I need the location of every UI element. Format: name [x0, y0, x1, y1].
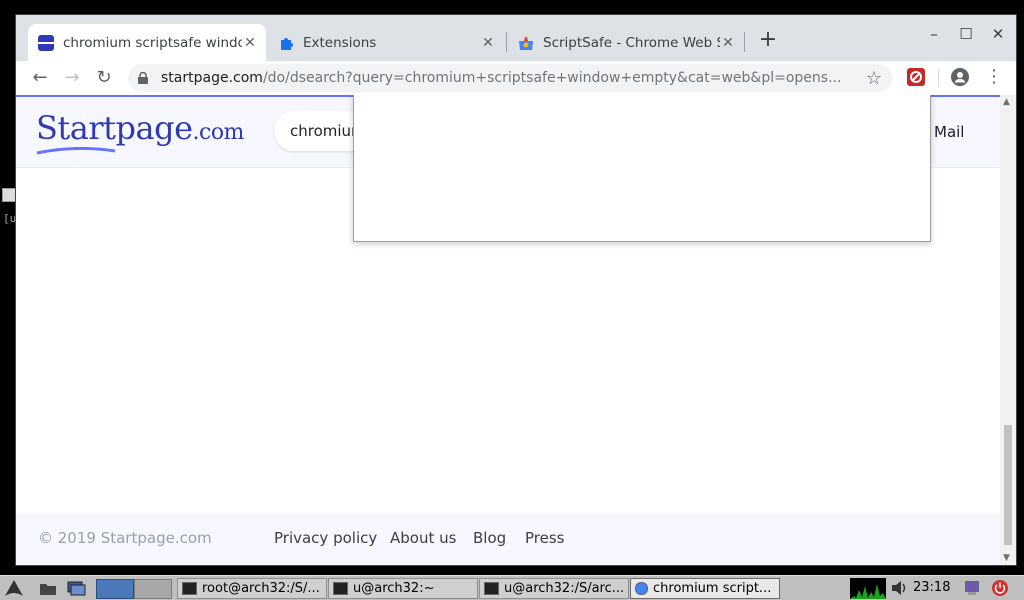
browser-window: chromium scriptsafe windo ✕ Extensions ✕…	[15, 14, 1017, 566]
arch-menu-icon[interactable]	[4, 579, 24, 597]
page-viewport: Startpage.com chromium Mail © 2019 Start…	[16, 95, 1016, 565]
press-link[interactable]: Press	[525, 529, 564, 547]
power-icon[interactable]	[990, 579, 1010, 597]
taskbar-item-chromium[interactable]: chromium script...	[630, 578, 780, 599]
taskbar-item-home-terminal[interactable]: u@arch32:~	[328, 578, 478, 599]
show-desktop-icon[interactable]	[66, 579, 86, 597]
url-host: startpage.com	[161, 70, 263, 86]
page-footer: © 2019 Startpage.com Privacy policy Abou…	[16, 513, 1000, 565]
taskbar-item-root-terminal[interactable]: root@arch32:/S/...	[177, 578, 327, 599]
reload-button[interactable]: ↻	[92, 66, 116, 90]
profile-icon[interactable]	[950, 67, 970, 87]
bookmark-star-icon[interactable]: ☆	[866, 68, 882, 89]
logo-main: Startpage	[36, 109, 193, 147]
task-label: root@arch32:/S/...	[202, 581, 320, 596]
tab-title: chromium scriptsafe windo	[63, 34, 242, 51]
tab-strip: chromium scriptsafe windo ✕ Extensions ✕…	[16, 15, 1016, 61]
close-tab-icon[interactable]: ✕	[242, 35, 258, 51]
url-text[interactable]: startpage.com/do/dsearch?query=chromium+…	[161, 64, 852, 92]
tab-scriptsafe-store[interactable]: ScriptSafe - Chrome Web S ✕	[508, 24, 744, 61]
blog-link[interactable]: Blog	[473, 529, 506, 547]
chrome-web-store-icon	[518, 35, 534, 51]
task-label: u@arch32:/S/arc...	[504, 581, 625, 596]
scriptsafe-extension-icon[interactable]	[907, 68, 925, 86]
taskbar-item-arch-terminal[interactable]: u@arch32:/S/arc...	[479, 578, 629, 599]
chrome-menu-icon[interactable]: ⋮	[984, 67, 1004, 87]
minimize-button[interactable]: –	[922, 25, 946, 49]
logo-suffix: .com	[192, 120, 245, 145]
logo-swoosh-icon	[36, 147, 116, 155]
close-tab-icon[interactable]: ✕	[480, 35, 496, 51]
tab-separator	[506, 32, 507, 52]
startpage-favicon	[38, 34, 54, 51]
toolbar-separator	[938, 69, 939, 87]
puzzle-piece-icon	[278, 35, 294, 51]
clock: 23:18	[913, 580, 951, 595]
page-scrollbar[interactable]: ▲ ▼	[1000, 95, 1016, 565]
scroll-down-icon[interactable]: ▼	[1003, 553, 1010, 563]
scroll-up-icon[interactable]: ▲	[1003, 97, 1010, 107]
privacy-policy-link[interactable]: Privacy policy	[274, 529, 377, 547]
tab-title: Extensions	[303, 34, 377, 51]
taskbar: root@arch32:/S/... u@arch32:~ u@arch32:/…	[0, 575, 1024, 600]
workspace-1[interactable]	[96, 579, 134, 599]
terminal-desktop-icon[interactable]	[2, 188, 16, 202]
cpu-monitor-graph	[850, 578, 886, 599]
desktop-background	[0, 0, 16, 575]
address-bar[interactable]: startpage.com/do/dsearch?query=chromium+…	[128, 64, 892, 92]
maximize-button[interactable]: ☐	[954, 25, 978, 49]
back-button[interactable]: ←	[28, 66, 52, 90]
mail-link[interactable]: Mail	[934, 123, 964, 141]
volume-icon[interactable]	[890, 579, 910, 597]
about-us-link[interactable]: About us	[390, 529, 456, 547]
tab-separator	[744, 32, 745, 52]
task-label: u@arch32:~	[353, 581, 435, 596]
url-path: /do/dsearch?query=chromium+scriptsafe+wi…	[262, 70, 842, 86]
task-label: chromium script...	[653, 581, 772, 596]
new-tab-button[interactable]: +	[756, 29, 780, 53]
empty-extension-popup[interactable]	[353, 95, 931, 242]
startpage-logo[interactable]: Startpage.com	[36, 109, 244, 147]
terminal-icon	[333, 582, 348, 595]
close-tab-icon[interactable]: ✕	[720, 35, 736, 51]
tab-title: ScriptSafe - Chrome Web S	[543, 34, 720, 51]
forward-button[interactable]: →	[60, 66, 84, 90]
tab-extensions[interactable]: Extensions ✕	[268, 24, 504, 61]
terminal-icon	[182, 582, 197, 595]
tab-startpage-search[interactable]: chromium scriptsafe windo ✕	[28, 24, 266, 61]
scrollbar-thumb[interactable]	[1004, 425, 1012, 545]
keyboard-layout-icon[interactable]	[962, 579, 982, 597]
terminal-icon	[484, 582, 499, 595]
chromium-icon	[635, 582, 648, 595]
close-window-button[interactable]: ✕	[986, 25, 1010, 49]
browser-toolbar: ← → ↻ startpage.com/do/dsearch?query=chr…	[16, 61, 1016, 95]
blocked-script-icon	[910, 71, 922, 83]
copyright-text: © 2019 Startpage.com	[38, 529, 212, 547]
file-manager-icon[interactable]	[38, 579, 58, 597]
workspace-2[interactable]	[134, 579, 172, 599]
lock-icon[interactable]	[138, 72, 148, 84]
